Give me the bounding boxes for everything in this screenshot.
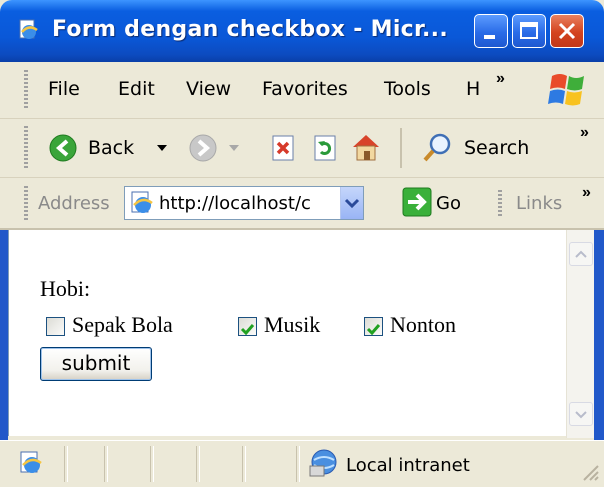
toolbar-grip[interactable] [24, 126, 28, 170]
back-dropdown-icon[interactable] [156, 143, 168, 153]
checkmark-icon [240, 324, 255, 336]
menu-help[interactable]: H [466, 78, 480, 100]
checkbox-musik[interactable] [238, 317, 257, 336]
status-separator [64, 446, 68, 482]
refresh-icon[interactable] [312, 134, 340, 162]
go-arrow-icon[interactable] [402, 187, 432, 217]
window-title: Form dengan checkbox - Micr... [52, 17, 448, 42]
checkbox-nonton[interactable] [364, 317, 383, 336]
minimize-button[interactable] [474, 14, 508, 48]
links-grip[interactable] [498, 190, 502, 218]
address-input[interactable]: http://localhost/c [124, 186, 364, 220]
checkbox-sepak-bola[interactable] [46, 317, 65, 336]
window-right-border [594, 230, 604, 440]
close-icon [558, 22, 576, 40]
menu-edit[interactable]: Edit [118, 78, 155, 100]
checkmark-icon [366, 324, 381, 336]
go-button-label[interactable]: Go [436, 193, 461, 214]
menubar-overflow-chevron[interactable]: » [496, 70, 505, 88]
status-separator [196, 446, 200, 482]
hobi-label: Hobi: [40, 276, 91, 301]
menu-view[interactable]: View [186, 78, 231, 100]
menu-file[interactable]: File [48, 78, 80, 100]
status-bar [0, 440, 604, 487]
chevron-down-icon [575, 411, 587, 419]
menu-tools[interactable]: Tools [384, 78, 431, 100]
scroll-down-button[interactable] [569, 402, 593, 426]
back-arrow-icon[interactable] [48, 133, 78, 163]
scroll-up-button[interactable] [569, 242, 593, 266]
addressbar-grip[interactable] [24, 186, 28, 220]
back-button-label[interactable]: Back [88, 137, 134, 159]
address-dropdown-button[interactable] [340, 187, 363, 219]
status-separator [150, 446, 154, 482]
vertical-scrollbar[interactable] [566, 230, 595, 438]
maximize-button[interactable] [512, 14, 546, 48]
menu-favorites[interactable]: Favorites [262, 78, 348, 100]
chevron-down-icon [344, 198, 360, 209]
window-left-border [0, 230, 8, 440]
forward-arrow-icon[interactable] [188, 133, 218, 163]
submit-button[interactable]: submit [40, 347, 152, 381]
status-zone-label: Local intranet [346, 455, 470, 476]
home-icon[interactable] [350, 131, 382, 163]
close-button[interactable] [550, 14, 584, 48]
menubar-grip[interactable] [24, 70, 28, 110]
status-separator [104, 446, 108, 482]
minimize-icon [484, 35, 495, 39]
address-label: Address [38, 193, 110, 214]
checkbox-label-musik[interactable]: Musik [264, 312, 320, 338]
links-label[interactable]: Links [516, 193, 562, 214]
search-icon[interactable] [422, 132, 454, 164]
toolbar-overflow-chevron[interactable]: » [580, 124, 589, 142]
links-overflow-chevron[interactable]: » [582, 184, 591, 202]
ie-page-icon [20, 451, 42, 473]
local-intranet-icon [309, 449, 337, 477]
stop-icon[interactable] [270, 134, 298, 162]
toolbar-separator [400, 128, 402, 168]
ie-page-icon [131, 191, 153, 213]
ie-page-icon [19, 19, 38, 39]
checkbox-label-nonton[interactable]: Nonton [390, 312, 456, 338]
browser-window: Form dengan checkbox - Micr... File Edit… [0, 0, 604, 487]
status-separator [296, 446, 300, 482]
forward-dropdown-icon[interactable] [228, 143, 240, 153]
address-url: http://localhost/c [159, 193, 311, 214]
status-separator [242, 446, 246, 482]
windows-logo [548, 74, 584, 106]
chevron-up-icon [575, 250, 587, 258]
maximize-icon [520, 22, 538, 39]
resize-grip-icon[interactable] [580, 462, 600, 482]
title-bar[interactable]: Form dengan checkbox - Micr... [0, 0, 604, 62]
search-button-label[interactable]: Search [464, 137, 529, 159]
checkbox-label-sepak-bola[interactable]: Sepak Bola [72, 312, 173, 338]
